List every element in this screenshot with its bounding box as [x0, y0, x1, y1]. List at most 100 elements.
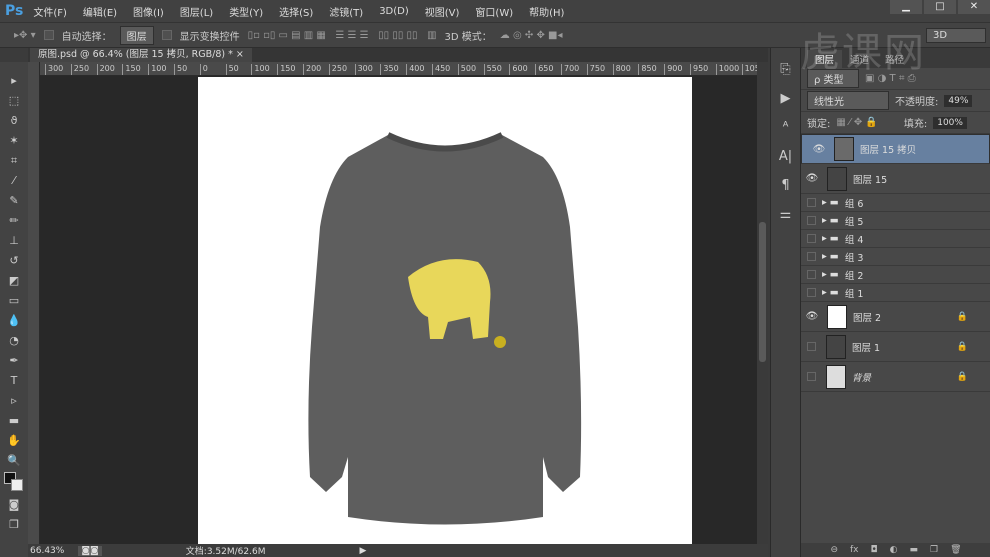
- move-tool-icon[interactable]: ▸: [11, 72, 17, 90]
- eye-icon[interactable]: 👁: [801, 173, 823, 184]
- blend-mode-dropdown[interactable]: 线性光: [807, 91, 889, 110]
- eye-icon[interactable]: 👁: [808, 144, 830, 155]
- close-button[interactable]: ✕: [958, 0, 990, 14]
- lock-icons[interactable]: ▦ ⁄ ✥ 🔒: [836, 117, 877, 128]
- visibility-toggle[interactable]: [807, 342, 816, 351]
- canvas-area[interactable]: [40, 76, 757, 545]
- link-layers-icon[interactable]: ⊖: [830, 545, 838, 555]
- status-menu-arrow[interactable]: ▶: [359, 546, 366, 556]
- group-row[interactable]: ▸ ▬ 组 1: [801, 284, 990, 302]
- menu-type[interactable]: 类型(Y): [229, 4, 263, 19]
- group-row[interactable]: ▸ ▬ 组 4: [801, 230, 990, 248]
- menu-view[interactable]: 视图(V): [425, 4, 460, 19]
- blur-icon[interactable]: 💧: [7, 312, 21, 330]
- character-style-icon[interactable]: ᴬ: [783, 120, 789, 135]
- delete-layer-icon[interactable]: 🗑: [950, 545, 961, 555]
- color-swatches-icon[interactable]: [4, 472, 24, 494]
- quick-mask-icon[interactable]: ◙: [9, 496, 20, 514]
- visibility-toggle[interactable]: [807, 252, 816, 261]
- layer-row[interactable]: 👁 图层 2 🔒: [801, 302, 990, 332]
- fill-input[interactable]: 100%: [933, 116, 967, 129]
- type-tool-icon[interactable]: T: [11, 372, 18, 390]
- menu-window[interactable]: 窗口(W): [475, 4, 513, 19]
- visibility-toggle[interactable]: [807, 216, 816, 225]
- folder-icon[interactable]: ▸ ▬: [822, 197, 839, 208]
- new-group-icon[interactable]: ▬: [910, 545, 919, 555]
- menu-filter[interactable]: 滤镜(T): [329, 4, 363, 19]
- magic-wand-icon[interactable]: ✶: [9, 132, 18, 150]
- menu-image[interactable]: 图像(I): [133, 4, 164, 19]
- eraser-icon[interactable]: ◩: [9, 272, 19, 290]
- group-row[interactable]: ▸ ▬ 组 5: [801, 212, 990, 230]
- 3d-mode-icons[interactable]: ☁ ◎ ✣ ✥ ■◂: [500, 30, 563, 41]
- document-tab[interactable]: 原图.psd @ 66.4% (图层 15 拷贝, RGB/8) * ×: [30, 48, 252, 62]
- group-row[interactable]: ▸ ▬ 组 3: [801, 248, 990, 266]
- folder-icon[interactable]: ▸ ▬: [822, 287, 839, 298]
- layer-row[interactable]: 👁 图层 15 拷贝: [801, 134, 990, 164]
- shape-tool-icon[interactable]: ▬: [9, 412, 19, 430]
- visibility-toggle[interactable]: [807, 234, 816, 243]
- stamp-tool-icon[interactable]: ⊥: [9, 232, 19, 250]
- minimize-button[interactable]: ▁: [890, 0, 922, 14]
- path-select-icon[interactable]: ▹: [11, 392, 17, 410]
- eyedropper-icon[interactable]: ⁄: [13, 172, 15, 190]
- screen-mode-icon[interactable]: ❐: [9, 516, 19, 534]
- layer-row[interactable]: 图层 1 🔒: [801, 332, 990, 362]
- pen-tool-icon[interactable]: ✒: [9, 352, 18, 370]
- align-icons[interactable]: ▯▫ ▫▯ ▭ ▤ ▥ ▦ ☰ ☰ ☰ ▯▯ ▯▯ ▯▯ ▥: [248, 30, 437, 41]
- workspace-dropdown[interactable]: 3D: [926, 27, 986, 43]
- folder-icon[interactable]: ▸ ▬: [822, 269, 839, 280]
- lasso-tool-icon[interactable]: ϑ: [11, 112, 18, 130]
- move-tool-icon[interactable]: ▸✥ ▾: [14, 30, 36, 41]
- folder-icon[interactable]: ▸ ▬: [822, 233, 839, 244]
- adjustment-layer-icon[interactable]: ◐: [890, 545, 898, 555]
- scrollbar-thumb[interactable]: [759, 222, 766, 362]
- menu-layer[interactable]: 图层(L): [180, 4, 213, 19]
- visibility-toggle[interactable]: [807, 270, 816, 279]
- properties-icon[interactable]: ⚌: [780, 207, 792, 222]
- maximize-button[interactable]: □: [924, 0, 956, 14]
- vertical-scrollbar[interactable]: [757, 62, 768, 544]
- hand-tool-icon[interactable]: ✋: [7, 432, 21, 450]
- new-layer-icon[interactable]: ❐: [930, 545, 938, 555]
- folder-icon[interactable]: ▸ ▬: [822, 215, 839, 226]
- auto-select-checkbox[interactable]: [43, 30, 54, 40]
- menu-help[interactable]: 帮助(H): [529, 4, 564, 19]
- healing-brush-icon[interactable]: ✎: [9, 192, 18, 210]
- brush-tool-icon[interactable]: ✏: [9, 212, 18, 230]
- add-mask-icon[interactable]: ◘: [871, 545, 878, 555]
- character-icon[interactable]: A|: [779, 149, 792, 164]
- visibility-toggle[interactable]: [807, 198, 816, 207]
- document-canvas[interactable]: [198, 77, 692, 545]
- actions-play-icon[interactable]: ▶: [781, 91, 791, 106]
- crop-tool-icon[interactable]: ⌗: [11, 152, 17, 170]
- layer-row[interactable]: 👁 图层 15: [801, 164, 990, 194]
- history-icon[interactable]: ⎘: [780, 62, 790, 77]
- zoom-tool-icon[interactable]: 🔍: [7, 452, 21, 470]
- auto-select-dropdown[interactable]: 图层: [119, 25, 154, 45]
- paragraph-icon[interactable]: ¶: [781, 178, 789, 193]
- menu-edit[interactable]: 编辑(E): [83, 4, 117, 19]
- close-tab-icon[interactable]: ×: [236, 49, 244, 60]
- ruler-tick: 200: [96, 64, 115, 75]
- opacity-input[interactable]: 49%: [944, 94, 973, 107]
- menu-file[interactable]: 文件(F): [33, 4, 67, 19]
- ruler-tick: 0: [199, 64, 208, 75]
- visibility-toggle[interactable]: [807, 372, 816, 381]
- folder-icon[interactable]: ▸ ▬: [822, 251, 839, 262]
- marquee-tool-icon[interactable]: ⬚: [9, 92, 19, 110]
- menu-3d[interactable]: 3D(D): [379, 6, 409, 17]
- fx-icon[interactable]: fx: [850, 545, 859, 555]
- gradient-icon[interactable]: ▭: [9, 292, 19, 310]
- history-brush-icon[interactable]: ↺: [9, 252, 18, 270]
- group-row[interactable]: ▸ ▬ 组 2: [801, 266, 990, 284]
- dodge-icon[interactable]: ◔: [9, 332, 19, 350]
- zoom-level[interactable]: 66.43%: [30, 546, 64, 556]
- menu-select[interactable]: 选择(S): [279, 4, 313, 19]
- show-transform-checkbox[interactable]: [161, 30, 172, 40]
- visibility-toggle[interactable]: [807, 288, 816, 297]
- group-row[interactable]: ▸ ▬ 组 6: [801, 194, 990, 212]
- ruler-tick: 250: [70, 64, 89, 75]
- layer-row[interactable]: 背景 🔒: [801, 362, 990, 392]
- eye-icon[interactable]: 👁: [801, 311, 823, 322]
